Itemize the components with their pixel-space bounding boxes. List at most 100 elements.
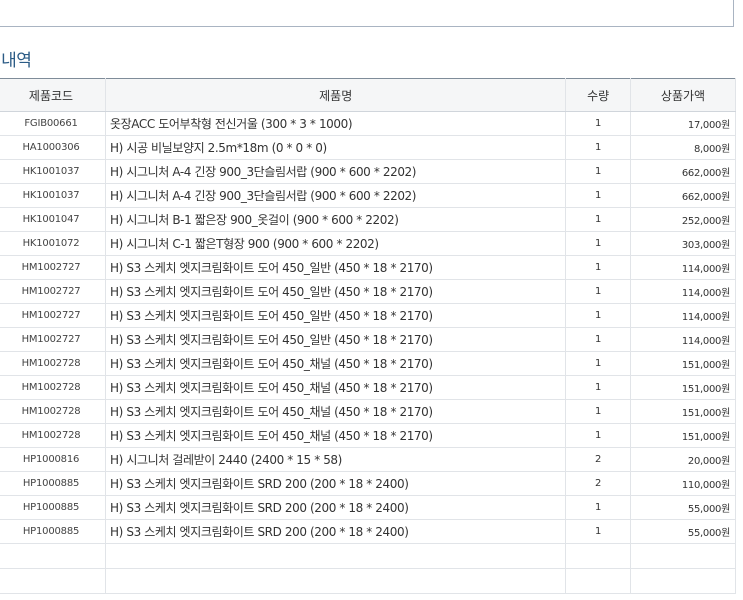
empty-table-row bbox=[0, 568, 736, 594]
header-quantity: 수량 bbox=[565, 78, 631, 112]
quantity-cell: 1 bbox=[565, 399, 631, 424]
amount-cell: 55,000원 bbox=[630, 519, 736, 544]
empty-cell bbox=[565, 568, 631, 594]
product-code-cell: HP1000885 bbox=[0, 471, 107, 496]
top-panel bbox=[0, 0, 734, 27]
amount-cell: 151,000원 bbox=[630, 423, 736, 448]
table-row: HA1000306 H) 시공 비닐보양지 2.5m*18m (0 * 0 * 0… bbox=[0, 135, 736, 160]
empty-cell bbox=[565, 543, 631, 569]
product-name-cell: H) 시공 비닐보양지 2.5m*18m (0 * 0 * 0) bbox=[105, 135, 567, 160]
product-code-cell: HM1002728 bbox=[0, 399, 107, 424]
product-code-cell: HM1002727 bbox=[0, 279, 107, 304]
product-code-cell: HM1002728 bbox=[0, 375, 107, 400]
amount-cell: 151,000원 bbox=[630, 399, 736, 424]
table-row: HP1000885 H) S3 스케치 엣지크림화이트 SRD 200 (200 … bbox=[0, 519, 736, 544]
product-name-cell: H) S3 스케치 엣지크림화이트 SRD 200 (200 * 18 * 24… bbox=[105, 519, 567, 544]
table-row: HM1002728 H) S3 스케치 엣지크림화이트 도어 450_채널 (45… bbox=[0, 399, 736, 424]
table-header-row: 제품코드 제품명 수량 상품가액 bbox=[0, 78, 736, 112]
quantity-cell: 1 bbox=[565, 255, 631, 280]
amount-cell: 114,000원 bbox=[630, 327, 736, 352]
amount-cell: 55,000원 bbox=[630, 495, 736, 520]
product-name-cell: H) S3 스케치 엣지크림화이트 도어 450_일반 (450 * 18 * … bbox=[105, 279, 567, 304]
product-name-cell: H) S3 스케치 엣지크림화이트 도어 450_일반 (450 * 18 * … bbox=[105, 303, 567, 328]
amount-cell: 662,000원 bbox=[630, 183, 736, 208]
amount-cell: 17,000원 bbox=[630, 111, 736, 136]
product-code-cell: HM1002727 bbox=[0, 303, 107, 328]
table-row: HK1001047 H) 시그니처 B-1 짧은장 900_옷걸이 (900 * … bbox=[0, 207, 736, 232]
product-code-cell: HK1001037 bbox=[0, 183, 107, 208]
amount-cell: 114,000원 bbox=[630, 279, 736, 304]
product-name-cell: H) 시그니처 걸레받이 2440 (2400 * 15 * 58) bbox=[105, 447, 567, 472]
table-row: HM1002728 H) S3 스케치 엣지크림화이트 도어 450_채널 (45… bbox=[0, 423, 736, 448]
section-title: 세내역 bbox=[0, 51, 32, 71]
amount-cell: 114,000원 bbox=[630, 255, 736, 280]
quantity-cell: 1 bbox=[565, 135, 631, 160]
table-row: HM1002727 H) S3 스케치 엣지크림화이트 도어 450_일반 (45… bbox=[0, 279, 736, 304]
product-name-cell: H) 시그니처 A-4 긴장 900_3단슬림서랍 (900 * 600 * 2… bbox=[105, 183, 567, 208]
table-body: FGIB00661 옷장ACC 도어부착형 전신거울 (300 * 3 * 100… bbox=[0, 111, 736, 594]
product-code-cell: HP1000885 bbox=[0, 495, 107, 520]
product-name-cell: H) 시그니처 A-4 긴장 900_3단슬림서랍 (900 * 600 * 2… bbox=[105, 159, 567, 184]
product-name-cell: H) S3 스케치 엣지크림화이트 도어 450_채널 (450 * 18 * … bbox=[105, 423, 567, 448]
quantity-cell: 1 bbox=[565, 183, 631, 208]
quantity-cell: 1 bbox=[565, 519, 631, 544]
table-row: HM1002728 H) S3 스케치 엣지크림화이트 도어 450_채널 (45… bbox=[0, 351, 736, 376]
quantity-cell: 1 bbox=[565, 303, 631, 328]
product-code-cell: HM1002728 bbox=[0, 423, 107, 448]
product-name-cell: H) S3 스케치 엣지크림화이트 도어 450_채널 (450 * 18 * … bbox=[105, 375, 567, 400]
product-name-cell: H) S3 스케치 엣지크림화이트 도어 450_일반 (450 * 18 * … bbox=[105, 255, 567, 280]
quantity-cell: 1 bbox=[565, 111, 631, 136]
quantity-cell: 1 bbox=[565, 231, 631, 256]
quantity-cell: 1 bbox=[565, 327, 631, 352]
amount-cell: 662,000원 bbox=[630, 159, 736, 184]
product-code-cell: HP1000885 bbox=[0, 519, 107, 544]
product-code-cell: HP1000816 bbox=[0, 447, 107, 472]
empty-cell bbox=[0, 568, 107, 594]
product-code-cell: HK1001072 bbox=[0, 231, 107, 256]
table-row: HK1001072 H) 시그니처 C-1 짧은T형장 900 (900 * 60… bbox=[0, 231, 736, 256]
product-name-cell: H) S3 스케치 엣지크림화이트 도어 450_채널 (450 * 18 * … bbox=[105, 351, 567, 376]
empty-cell bbox=[630, 568, 736, 594]
amount-cell: 110,000원 bbox=[630, 471, 736, 496]
amount-cell: 114,000원 bbox=[630, 303, 736, 328]
product-code-cell: FGIB00661 bbox=[0, 111, 107, 136]
product-code-cell: HM1002728 bbox=[0, 351, 107, 376]
empty-cell bbox=[105, 568, 567, 594]
table-row: HP1000885 H) S3 스케치 엣지크림화이트 SRD 200 (200 … bbox=[0, 471, 736, 496]
quantity-cell: 1 bbox=[565, 351, 631, 376]
amount-cell: 303,000원 bbox=[630, 231, 736, 256]
table-row: HM1002727 H) S3 스케치 엣지크림화이트 도어 450_일반 (45… bbox=[0, 255, 736, 280]
quantity-cell: 2 bbox=[565, 447, 631, 472]
table-row: HP1000885 H) S3 스케치 엣지크림화이트 SRD 200 (200 … bbox=[0, 495, 736, 520]
table-row: HM1002728 H) S3 스케치 엣지크림화이트 도어 450_채널 (45… bbox=[0, 375, 736, 400]
quantity-cell: 1 bbox=[565, 495, 631, 520]
product-name-cell: H) S3 스케치 엣지크림화이트 도어 450_일반 (450 * 18 * … bbox=[105, 327, 567, 352]
header-product-name: 제품명 bbox=[105, 78, 567, 112]
product-name-cell: H) 시그니처 C-1 짧은T형장 900 (900 * 600 * 2202) bbox=[105, 231, 567, 256]
amount-cell: 8,000원 bbox=[630, 135, 736, 160]
quantity-cell: 1 bbox=[565, 159, 631, 184]
header-amount: 상품가액 bbox=[630, 78, 736, 112]
table-row: HM1002727 H) S3 스케치 엣지크림화이트 도어 450_일반 (45… bbox=[0, 303, 736, 328]
empty-table-row bbox=[0, 543, 736, 569]
product-name-cell: H) S3 스케치 엣지크림화이트 SRD 200 (200 * 18 * 24… bbox=[105, 495, 567, 520]
empty-cell bbox=[630, 543, 736, 569]
order-items-table: 제품코드 제품명 수량 상품가액 FGIB00661 옷장ACC 도어부착형 전신… bbox=[0, 78, 736, 594]
table-row: HK1001037 H) 시그니처 A-4 긴장 900_3단슬림서랍 (900 … bbox=[0, 183, 736, 208]
product-code-cell: HK1001037 bbox=[0, 159, 107, 184]
table-row: FGIB00661 옷장ACC 도어부착형 전신거울 (300 * 3 * 100… bbox=[0, 111, 736, 136]
empty-cell bbox=[0, 543, 107, 569]
product-name-cell: H) S3 스케치 엣지크림화이트 SRD 200 (200 * 18 * 24… bbox=[105, 471, 567, 496]
amount-cell: 252,000원 bbox=[630, 207, 736, 232]
amount-cell: 20,000원 bbox=[630, 447, 736, 472]
product-code-cell: HA1000306 bbox=[0, 135, 107, 160]
amount-cell: 151,000원 bbox=[630, 351, 736, 376]
product-name-cell: H) 시그니처 B-1 짧은장 900_옷걸이 (900 * 600 * 220… bbox=[105, 207, 567, 232]
table-row: HP1000816 H) 시그니처 걸레받이 2440 (2400 * 15 * … bbox=[0, 447, 736, 472]
product-code-cell: HK1001047 bbox=[0, 207, 107, 232]
empty-cell bbox=[105, 543, 567, 569]
table-row: HK1001037 H) 시그니처 A-4 긴장 900_3단슬림서랍 (900 … bbox=[0, 159, 736, 184]
quantity-cell: 1 bbox=[565, 423, 631, 448]
product-code-cell: HM1002727 bbox=[0, 327, 107, 352]
quantity-cell: 1 bbox=[565, 279, 631, 304]
